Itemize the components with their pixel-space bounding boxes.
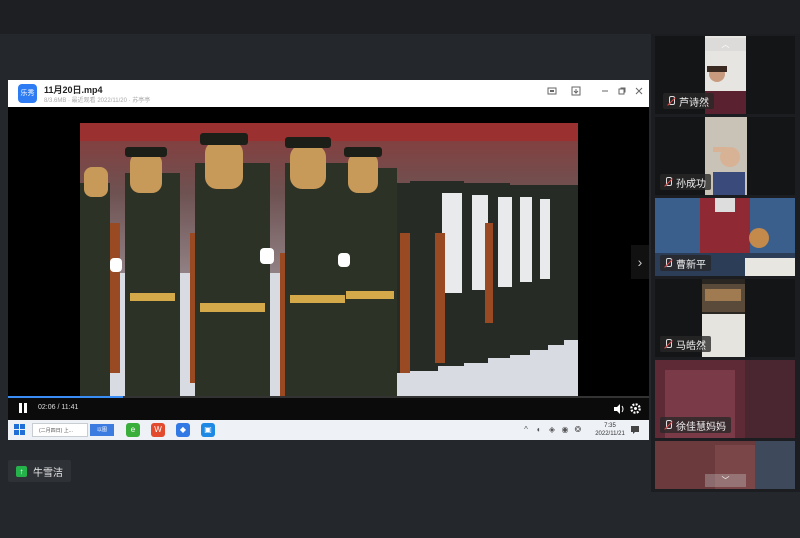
participant-tile[interactable]: 徐佳慧妈妈 (655, 360, 795, 438)
video-frame[interactable] (80, 123, 578, 403)
shared-screen: 乐秀 11月20日.mp4 8/3.6MB · 最近观看 2022/11/20 … (8, 80, 649, 440)
gear-icon[interactable] (629, 402, 642, 415)
pause-icon-bar (24, 403, 27, 413)
progress-bar[interactable] (8, 396, 649, 398)
participant-name: 孙成功 (676, 178, 706, 190)
tray-app-icon[interactable]: ◉ (560, 425, 570, 435)
360-browser-icon[interactable]: e (126, 423, 140, 437)
meeting-icon[interactable]: ▣ (201, 423, 215, 437)
participant-tile[interactable]: 曹新平 (655, 198, 795, 276)
wps-icon[interactable]: W (151, 423, 165, 437)
download-icon[interactable] (569, 86, 583, 100)
mic-muted-icon (663, 419, 673, 431)
notification-icon[interactable] (630, 425, 640, 435)
tray-chevron-up-icon[interactable]: ^ (521, 425, 531, 435)
participant-name: 徐佳慧妈妈 (676, 421, 726, 433)
tray-antivirus-icon[interactable]: ❂ (573, 425, 583, 435)
screen-share-icon: ↑ (16, 465, 27, 477)
film-app-icon: 乐秀 (18, 84, 37, 103)
mic-muted-icon (663, 257, 673, 269)
next-arrow-button[interactable]: › (631, 245, 649, 279)
restore-icon[interactable] (615, 86, 629, 100)
participant-name-tag: 曹新平 (660, 255, 711, 271)
feishu-icon[interactable]: ◆ (176, 423, 190, 437)
file-meta: 8/3.6MB · 最近观看 2022/11/20 · 苏亭亭 (44, 98, 151, 104)
participant-tile[interactable]: ︿ 芦诗然 (655, 36, 795, 114)
pause-icon (19, 403, 22, 413)
search-tag-button[interactable]: 以图 (90, 424, 114, 436)
taskbar-clock[interactable]: 7:35 2022/11/21 (590, 422, 630, 438)
participant-name-tag: 徐佳慧妈妈 (660, 417, 731, 433)
meeting-window: 乐秀 11月20日.mp4 8/3.6MB · 最近观看 2022/11/20 … (0, 0, 800, 538)
clock-date: 2022/11/21 (595, 431, 625, 437)
participant-tile[interactable]: 孙成功 (655, 117, 795, 195)
chevron-up-icon[interactable]: ︿ (705, 38, 746, 51)
close-icon[interactable] (632, 86, 646, 100)
participant-name: 芦诗然 (679, 97, 709, 109)
participant-tile[interactable]: 马皓然 (655, 279, 795, 357)
clock-time: 7:35 (604, 423, 616, 429)
honor-guard-video-image (80, 123, 578, 403)
tray-network-icon[interactable]: ◐ (534, 425, 544, 435)
screenshot-icon[interactable] (545, 86, 559, 100)
minimize-icon[interactable] (598, 86, 612, 100)
pause-button[interactable] (17, 402, 29, 414)
time-display: 02:06 / 11:41 (38, 404, 79, 411)
player-title-bar: 乐秀 11月20日.mp4 8/3.6MB · 最近观看 2022/11/20 … (8, 80, 649, 107)
participant-name: 曹新平 (676, 259, 706, 271)
participant-name-tag: 孙成功 (660, 174, 711, 190)
windows-start-icon[interactable] (14, 424, 26, 436)
participant-name: 马皓然 (676, 340, 706, 352)
top-bar (0, 0, 800, 34)
participant-tile[interactable]: ﹀ (655, 441, 795, 489)
mic-muted-icon (663, 338, 673, 350)
video-area[interactable]: › (8, 107, 649, 403)
participant-name-tag: 芦诗然 (663, 93, 714, 109)
progress-fill (8, 396, 124, 398)
participants-panel: ︿ 芦诗然 孙成功 曹新平 马皓然 徐佳慧妈妈 ﹀ (651, 34, 800, 492)
mic-muted-icon (666, 95, 676, 107)
tray-volume-icon[interactable]: ◈ (547, 425, 557, 435)
taskbar-search-input[interactable]: (二月四日) 上... (32, 423, 88, 437)
mic-muted-icon (663, 176, 673, 188)
volume-icon[interactable] (613, 403, 625, 415)
presenter-name: 牛雪洁 (33, 467, 63, 479)
player-control-bar (8, 396, 649, 420)
participant-name-tag: 马皓然 (660, 336, 711, 352)
presenter-label: ↑ 牛雪洁 (8, 460, 71, 482)
chevron-down-icon[interactable]: ﹀ (705, 474, 746, 487)
windows-taskbar: (二月四日) 上... 以图 e W ◆ ▣ ^ ◐ ◈ ◉ ❂ 7:35 20… (8, 420, 649, 440)
